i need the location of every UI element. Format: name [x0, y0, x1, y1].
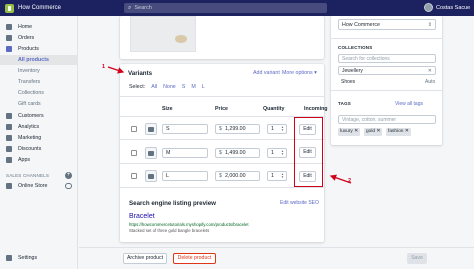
delete-product-button[interactable]: Delete product — [173, 253, 216, 264]
arrow-1-label: 1 — [102, 64, 106, 70]
collections-placeholder: Search for collections — [342, 55, 390, 62]
tags-label: TAGS — [338, 101, 351, 106]
collection-value: Jewellery — [342, 67, 363, 74]
view-all-tags-link[interactable]: View all tags — [395, 101, 423, 107]
divider — [331, 38, 442, 39]
organization-card: How Commerce ⇕ COLLECTIONS Search for co… — [331, 16, 442, 145]
tag-chip[interactable]: luxury ✕ — [338, 128, 361, 136]
arrow-2-label: 2 — [348, 178, 352, 184]
tags-placeholder: Vintage, cotton, summer — [342, 116, 397, 123]
store-select-value: How Commerce — [342, 21, 380, 28]
tags-input[interactable]: Vintage, cotton, summer — [338, 115, 436, 124]
chevron-down-icon: ⇕ — [427, 21, 432, 28]
close-icon[interactable]: ✕ — [428, 68, 432, 74]
collections-search-input[interactable]: Search for collections — [338, 54, 436, 63]
collections-label: COLLECTIONS — [338, 45, 373, 50]
tag-chip[interactable]: fashion ✕ — [386, 128, 411, 136]
collection-jewellery-chip: Jewellery ✕ — [338, 66, 436, 75]
divider — [331, 90, 442, 91]
archive-product-button[interactable]: Archive product — [123, 253, 167, 264]
collection-auto-label: Auto — [425, 79, 436, 85]
tag-chip[interactable]: gold ✕ — [364, 128, 383, 136]
store-select[interactable]: How Commerce ⇕ — [338, 19, 436, 30]
arrow-1-line — [107, 66, 125, 74]
save-button[interactable]: Save — [407, 253, 427, 264]
collection-shoes: Shoes — [341, 79, 356, 85]
tag-label: gold — [366, 129, 376, 134]
tag-label: fashion — [388, 129, 404, 134]
tag-label: luxury — [340, 129, 353, 134]
page-footer: Archive product Delete product Save — [79, 247, 474, 269]
